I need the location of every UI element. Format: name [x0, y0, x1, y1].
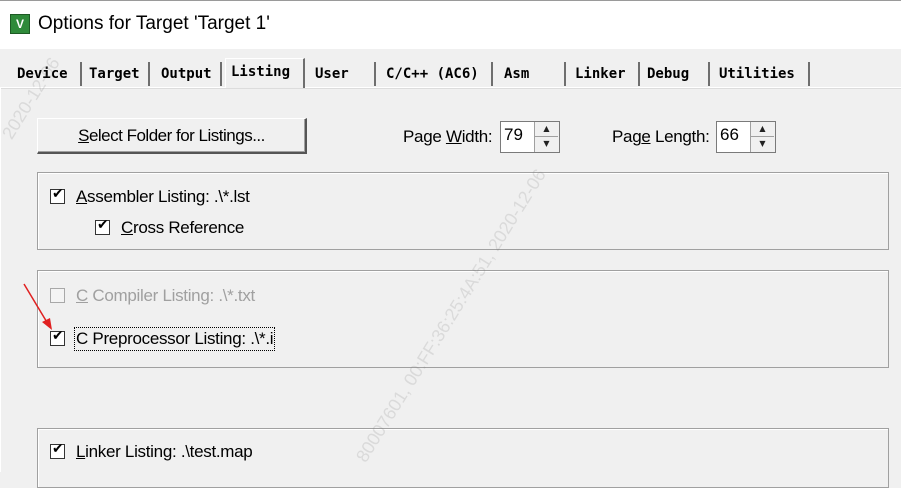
page-length-spin-buttons: ▲ ▼	[750, 122, 775, 152]
page-length-label-pre: Pag	[612, 127, 642, 146]
cross-reference-checkbox[interactable]: ✔	[95, 217, 110, 235]
checkmark-icon: ✔	[97, 217, 109, 233]
page-width-mnemonic: W	[445, 127, 462, 146]
assembler-label-text: ssembler Listing: .\*.lst	[87, 187, 250, 206]
select-folder-for-listings-button[interactable]: Select Folder for Listings...	[37, 118, 307, 154]
assembler-group	[37, 172, 889, 250]
page-length-spinner[interactable]: 66 ▲ ▼	[716, 121, 776, 153]
tab-c-cpp-ac6[interactable]: C/C++ (AC6)	[381, 62, 493, 86]
c-compiler-mnemonic: C	[76, 286, 88, 305]
tab-utilities[interactable]: Utilities	[714, 62, 810, 86]
linker-listing-checkbox[interactable]: ✔	[50, 441, 65, 459]
c-compiler-group	[37, 270, 889, 368]
assembler-listing-checkbox[interactable]: ✔	[50, 186, 65, 204]
select-folder-label: elect Folder for Listings...	[88, 126, 265, 145]
c-preprocessor-listing-checkbox[interactable]: ✔	[50, 328, 65, 346]
select-folder-mnemonic: S	[78, 126, 89, 145]
cross-reference-mnemonic: C	[121, 218, 133, 237]
c-preprocessor-listing-label: C Preprocessor Listing: .\*.i	[73, 327, 276, 351]
tab-debug[interactable]: Debug	[642, 62, 710, 86]
tab-user[interactable]: User	[310, 62, 376, 86]
window-title: Options for Target 'Target 1'	[38, 13, 270, 34]
spin-up-icon[interactable]: ▲	[535, 122, 558, 137]
assembler-listing-label: Assembler Listing: .\*.lst	[76, 187, 250, 207]
checkmark-icon: ✔	[52, 441, 64, 457]
tab-target[interactable]: Target	[84, 62, 150, 86]
red-arrow-annotation	[23, 283, 52, 330]
page-length-label: Page Length:	[612, 127, 710, 147]
spin-down-icon[interactable]: ▼	[751, 137, 774, 151]
page-length-value[interactable]: 66	[720, 125, 739, 145]
linker-label-text: inker Listing: .\test.map	[85, 442, 253, 461]
c-compiler-label-text: Compiler Listing: .\*.txt	[87, 286, 255, 305]
page-width-label-pre: Page	[403, 127, 446, 146]
tab-device[interactable]: Device	[12, 62, 82, 86]
title-bar: V Options for Target 'Target 1'	[0, 0, 901, 49]
tab-output[interactable]: Output	[156, 62, 222, 86]
page-width-label: Page Width:	[403, 127, 493, 147]
linker-mnemonic: L	[76, 442, 86, 461]
tab-strip: Device Target Output Listing User C/C++ …	[0, 58, 901, 88]
tab-linker[interactable]: Linker	[570, 62, 640, 86]
page-length-label-post: Length:	[650, 127, 710, 146]
cross-reference-label-text: ross Reference	[132, 218, 245, 237]
spin-up-icon[interactable]: ▲	[751, 122, 774, 137]
linker-listing-label: Linker Listing: .\test.map	[76, 442, 253, 462]
cross-reference-label: Cross Reference	[121, 218, 244, 238]
page-length-mnemonic: e	[641, 127, 651, 146]
c-compiler-listing-label: C Compiler Listing: .\*.txt	[76, 286, 255, 306]
page-width-spin-buttons: ▲ ▼	[534, 122, 559, 152]
assembler-mnemonic: A	[76, 187, 88, 206]
tab-asm[interactable]: Asm	[499, 62, 566, 86]
page-width-value[interactable]: 79	[504, 125, 523, 145]
page-width-spinner[interactable]: 79 ▲ ▼	[500, 121, 560, 153]
page-width-label-post: idth:	[461, 127, 493, 146]
panel-edge	[0, 88, 1, 472]
checkmark-icon: ✔	[52, 186, 64, 202]
uvision-app-icon: V	[10, 14, 30, 34]
tab-listing[interactable]: Listing	[225, 58, 305, 88]
tab-divider	[0, 87, 901, 89]
spin-down-icon[interactable]: ▼	[535, 137, 558, 151]
